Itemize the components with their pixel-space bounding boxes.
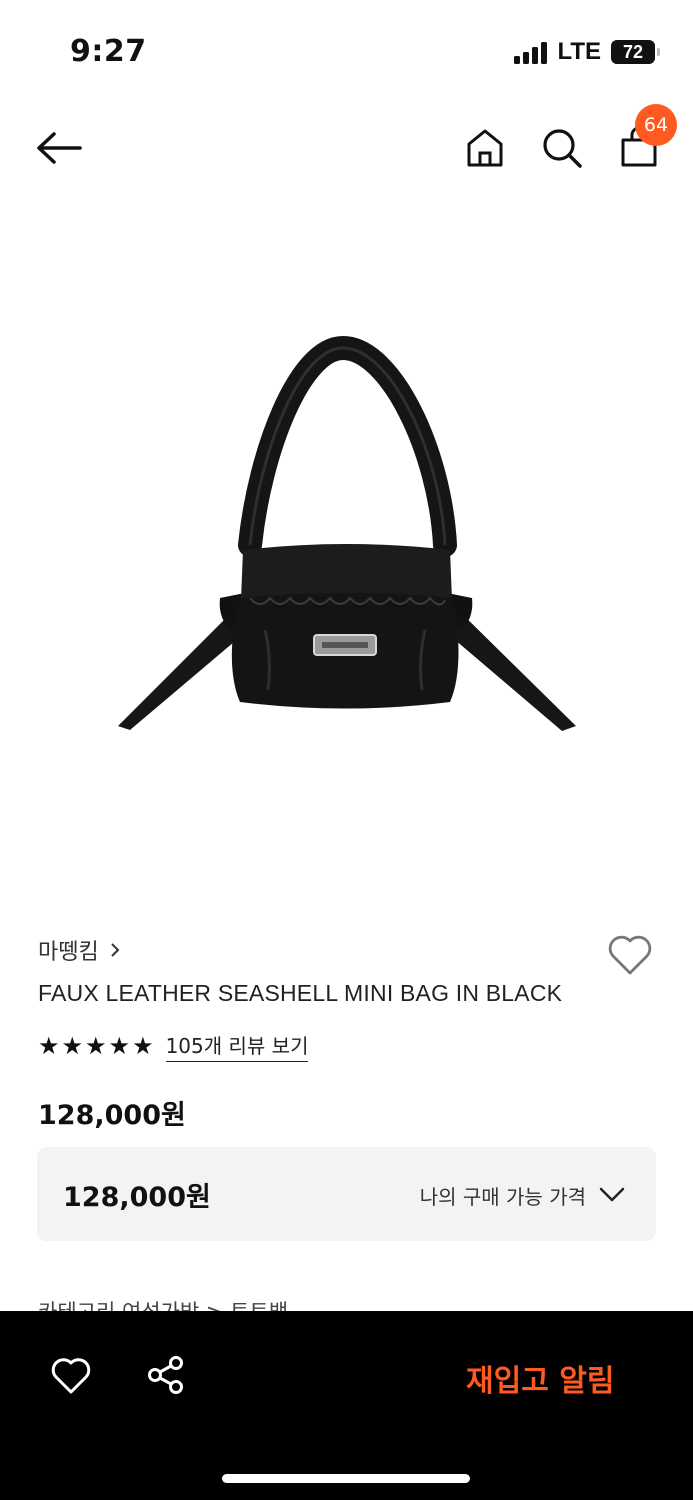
product-title: FAUX LEATHER SEASHELL MINI BAG IN BLACK	[38, 980, 563, 1006]
bottom-action-bar	[0, 1311, 693, 1500]
star-icon: ★	[85, 1032, 107, 1060]
star-icon: ★	[132, 1032, 154, 1060]
bottom-wishlist-button[interactable]	[50, 1356, 92, 1396]
cart-count-badge: 64	[635, 104, 677, 146]
home-indicator	[222, 1474, 470, 1483]
status-indicators: LTE 72	[514, 38, 660, 66]
heart-outline-icon	[608, 935, 652, 975]
star-icon: ★	[108, 1032, 131, 1060]
chevron-right-icon	[111, 943, 120, 957]
battery-icon: 72	[611, 40, 660, 64]
chevron-down-icon	[599, 1187, 625, 1202]
brand-link[interactable]: 마뗑킴	[38, 934, 121, 966]
product-price: 128,000원	[38, 1100, 186, 1131]
product-image[interactable]	[100, 330, 593, 750]
star-icon: ★	[61, 1032, 84, 1060]
status-time: 9:27	[70, 34, 147, 69]
search-icon	[543, 129, 582, 168]
star-icon: ★	[38, 1032, 60, 1060]
my-price-value: 128,000원	[63, 1182, 211, 1213]
restock-alert-button[interactable]: 재입고 알림	[466, 1356, 614, 1400]
my-price-label: 나의 구매 가능 가격	[419, 1185, 586, 1209]
search-button[interactable]	[540, 126, 584, 170]
brand-name: 마뗑킴	[38, 940, 99, 965]
back-button[interactable]	[34, 126, 84, 170]
signal-icon	[514, 40, 548, 64]
network-label: LTE	[557, 38, 601, 65]
back-arrow-icon	[37, 132, 82, 164]
review-link[interactable]: 105개 리뷰 보기	[165, 1030, 309, 1062]
handbag-image	[118, 335, 576, 731]
rating-row: ★ ★ ★ ★ ★ 105개 리뷰 보기	[38, 1030, 309, 1062]
home-icon	[467, 129, 503, 167]
share-button[interactable]	[146, 1355, 186, 1395]
share-icon	[148, 1356, 183, 1394]
wishlist-button[interactable]	[606, 933, 654, 977]
heart-icon	[51, 1358, 91, 1394]
battery-level: 72	[622, 41, 644, 62]
my-price-dropdown[interactable]: 128,000원 나의 구매 가능 가격	[37, 1147, 656, 1241]
home-button[interactable]	[463, 126, 507, 170]
